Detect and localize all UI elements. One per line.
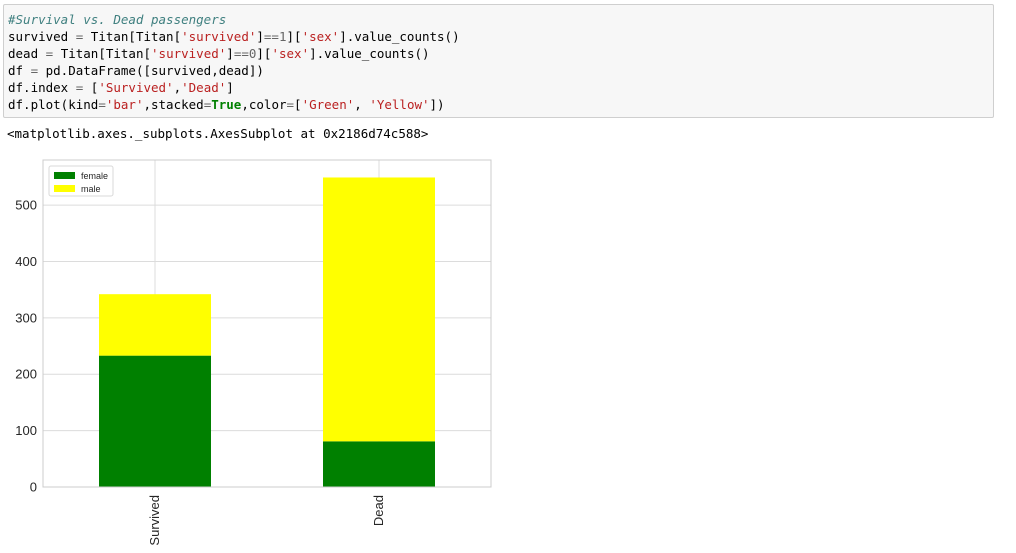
x-tick-label: Dead bbox=[371, 495, 386, 526]
code-token: , bbox=[354, 97, 370, 112]
code-token: 'survived' bbox=[151, 46, 227, 61]
code-token: df.plot(kind bbox=[8, 97, 99, 112]
legend-swatch-female bbox=[54, 172, 75, 179]
bar-female-survived bbox=[99, 355, 211, 487]
code-token: ] bbox=[226, 46, 234, 61]
code-cell[interactable]: #Survival vs. Dead passengers survived = … bbox=[3, 4, 994, 118]
y-tick-label: 200 bbox=[15, 367, 37, 382]
code-token: ,stacked bbox=[143, 97, 204, 112]
code-token: ]) bbox=[429, 97, 445, 112]
code-token: ].value_counts() bbox=[339, 29, 460, 44]
code-line: #Survival vs. Dead passengers bbox=[8, 11, 989, 28]
code-token: == bbox=[233, 46, 249, 61]
code-token: #Survival vs. Dead passengers bbox=[8, 12, 227, 27]
y-tick-label: 100 bbox=[15, 423, 37, 438]
code-token: ][ bbox=[286, 29, 302, 44]
code-line: survived = Titan[Titan['survived']==1]['… bbox=[8, 28, 989, 45]
code-line: df = pd.DataFrame([survived,dead]) bbox=[8, 62, 989, 79]
code-token: 'Green' bbox=[301, 97, 355, 112]
y-tick-label: 500 bbox=[15, 198, 37, 213]
code-token: ,color bbox=[241, 97, 287, 112]
bar-male-dead bbox=[323, 177, 435, 442]
code-token: ] bbox=[256, 29, 264, 44]
y-tick-label: 400 bbox=[15, 254, 37, 269]
legend-label-male: male bbox=[81, 184, 101, 194]
code-token: 'survived' bbox=[181, 29, 257, 44]
bar-female-dead bbox=[323, 441, 435, 487]
code-token: 'sex' bbox=[271, 46, 310, 61]
code-token: = bbox=[30, 63, 39, 78]
code-line: dead = Titan[Titan['survived']==0]['sex'… bbox=[8, 45, 989, 62]
code-token: == bbox=[263, 29, 279, 44]
code-token: dead bbox=[8, 46, 46, 61]
code-token: = bbox=[98, 97, 106, 112]
code-token: Titan[Titan[ bbox=[83, 29, 182, 44]
code-token: [ bbox=[83, 80, 99, 95]
code-token: ] bbox=[226, 80, 234, 95]
code-token: 'bar' bbox=[105, 97, 144, 112]
x-tick-label: Survived bbox=[147, 495, 162, 546]
code-line: df.plot(kind='bar',stacked=True,color=['… bbox=[8, 96, 989, 113]
legend-label-female: female bbox=[81, 171, 108, 181]
code-token: 'Yellow' bbox=[369, 97, 430, 112]
bar-male-survived bbox=[99, 294, 211, 356]
y-tick-label: 300 bbox=[15, 310, 37, 325]
code-token: [ bbox=[294, 97, 302, 112]
code-token: df bbox=[8, 63, 31, 78]
code-token: pd.DataFrame([survived,dead]) bbox=[38, 63, 264, 78]
code-token: Titan[Titan[ bbox=[53, 46, 152, 61]
code-token: 'Survived' bbox=[98, 80, 174, 95]
code-token: 'sex' bbox=[301, 29, 340, 44]
code-token: df.index bbox=[8, 80, 76, 95]
y-tick-label: 0 bbox=[30, 480, 37, 495]
code-token: = bbox=[286, 97, 295, 112]
code-token: , bbox=[173, 80, 182, 95]
code-token: 1 bbox=[278, 29, 287, 44]
legend: female male bbox=[48, 165, 114, 197]
code-token: ].value_counts() bbox=[309, 46, 430, 61]
code-token: ][ bbox=[256, 46, 272, 61]
code-token: 'Dead' bbox=[181, 80, 227, 95]
stacked-bar-chart: 0 100 200 300 400 500 Survived Dead female male bbox=[15, 159, 492, 546]
code-line: df.index = ['Survived','Dead'] bbox=[8, 79, 989, 96]
cell-output-text: <matplotlib.axes._subplots.AxesSubplot a… bbox=[7, 126, 429, 141]
code-token: True bbox=[211, 97, 242, 112]
code-token: survived bbox=[8, 29, 76, 44]
legend-swatch-male bbox=[54, 185, 75, 192]
